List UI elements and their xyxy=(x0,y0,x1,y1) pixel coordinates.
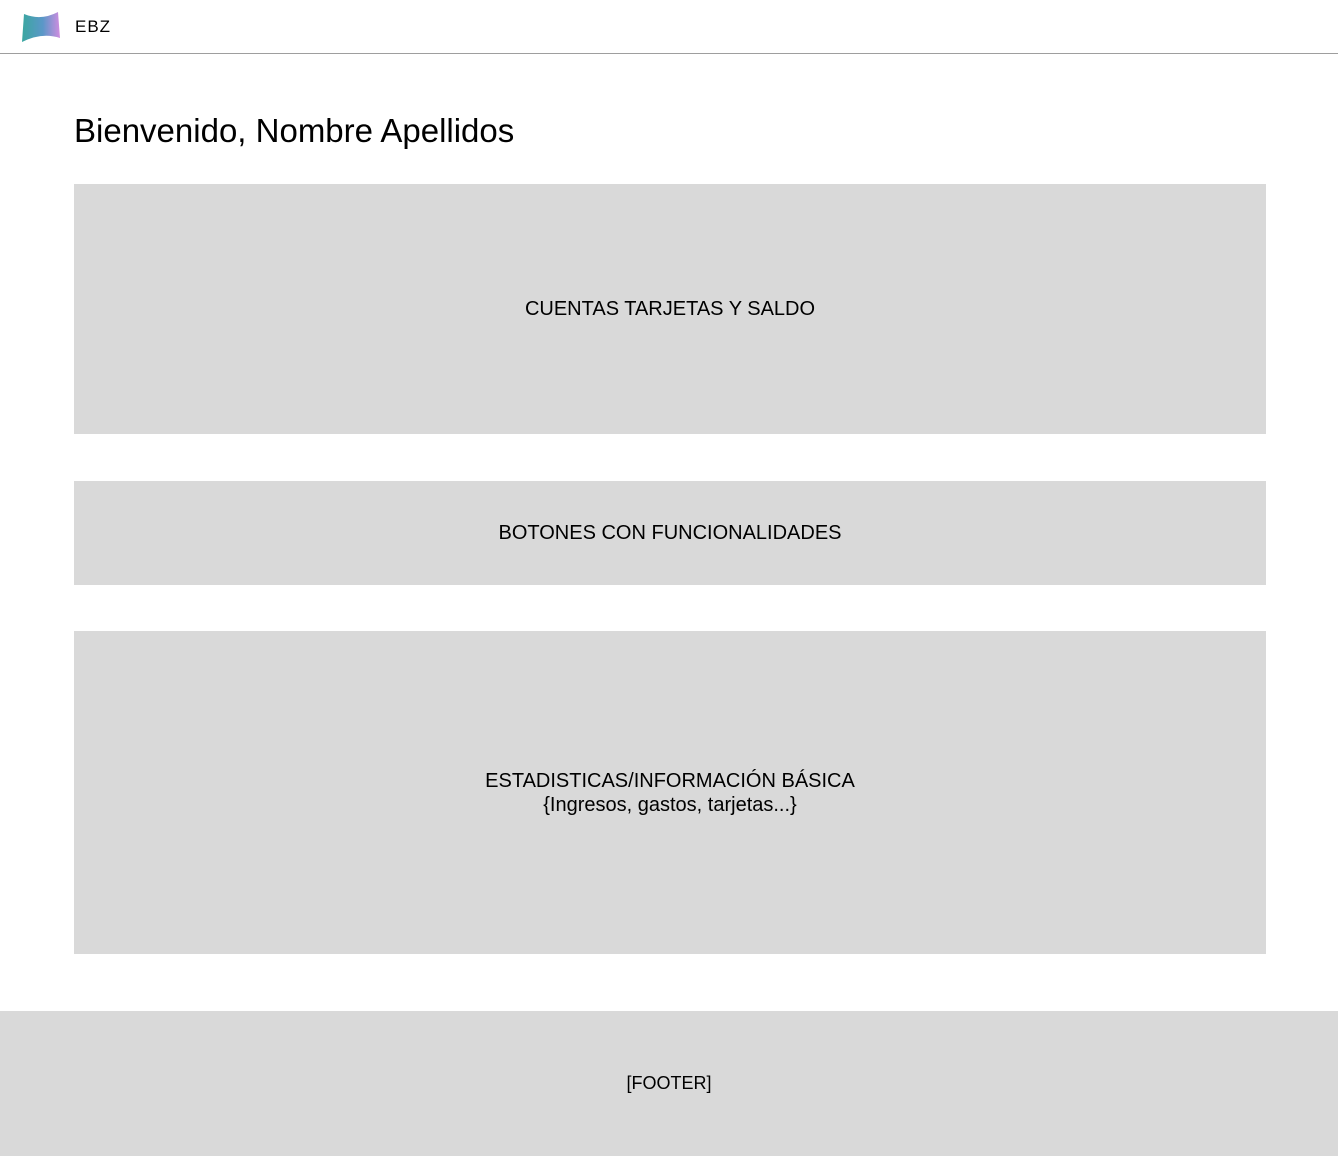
buttons-section-label: BOTONES CON FUNCIONALIDADES xyxy=(498,522,842,544)
brand-name[interactable]: EBZ xyxy=(75,17,111,37)
footer-label: [FOOTER] xyxy=(626,1073,712,1093)
brand-logo-icon[interactable] xyxy=(22,12,60,42)
stats-section-label: ESTADISTICAS/INFORMACIÓN BÁSICA xyxy=(485,769,855,792)
stats-info-section: ESTADISTICAS/INFORMACIÓN BÁSICA {Ingreso… xyxy=(74,631,1266,954)
page-footer: [FOOTER] xyxy=(0,1011,1338,1156)
top-header: EBZ xyxy=(0,0,1338,54)
stats-section-sublabel: {Ingresos, gastos, tarjetas...} xyxy=(543,793,797,816)
accounts-section-label: CUENTAS TARJETAS Y SALDO xyxy=(524,298,816,320)
feature-buttons-section: BOTONES CON FUNCIONALIDADES xyxy=(74,481,1266,585)
accounts-cards-balance-section: CUENTAS TARJETAS Y SALDO xyxy=(74,184,1266,434)
page-title: Bienvenido, Nombre Apellidos xyxy=(74,112,515,149)
